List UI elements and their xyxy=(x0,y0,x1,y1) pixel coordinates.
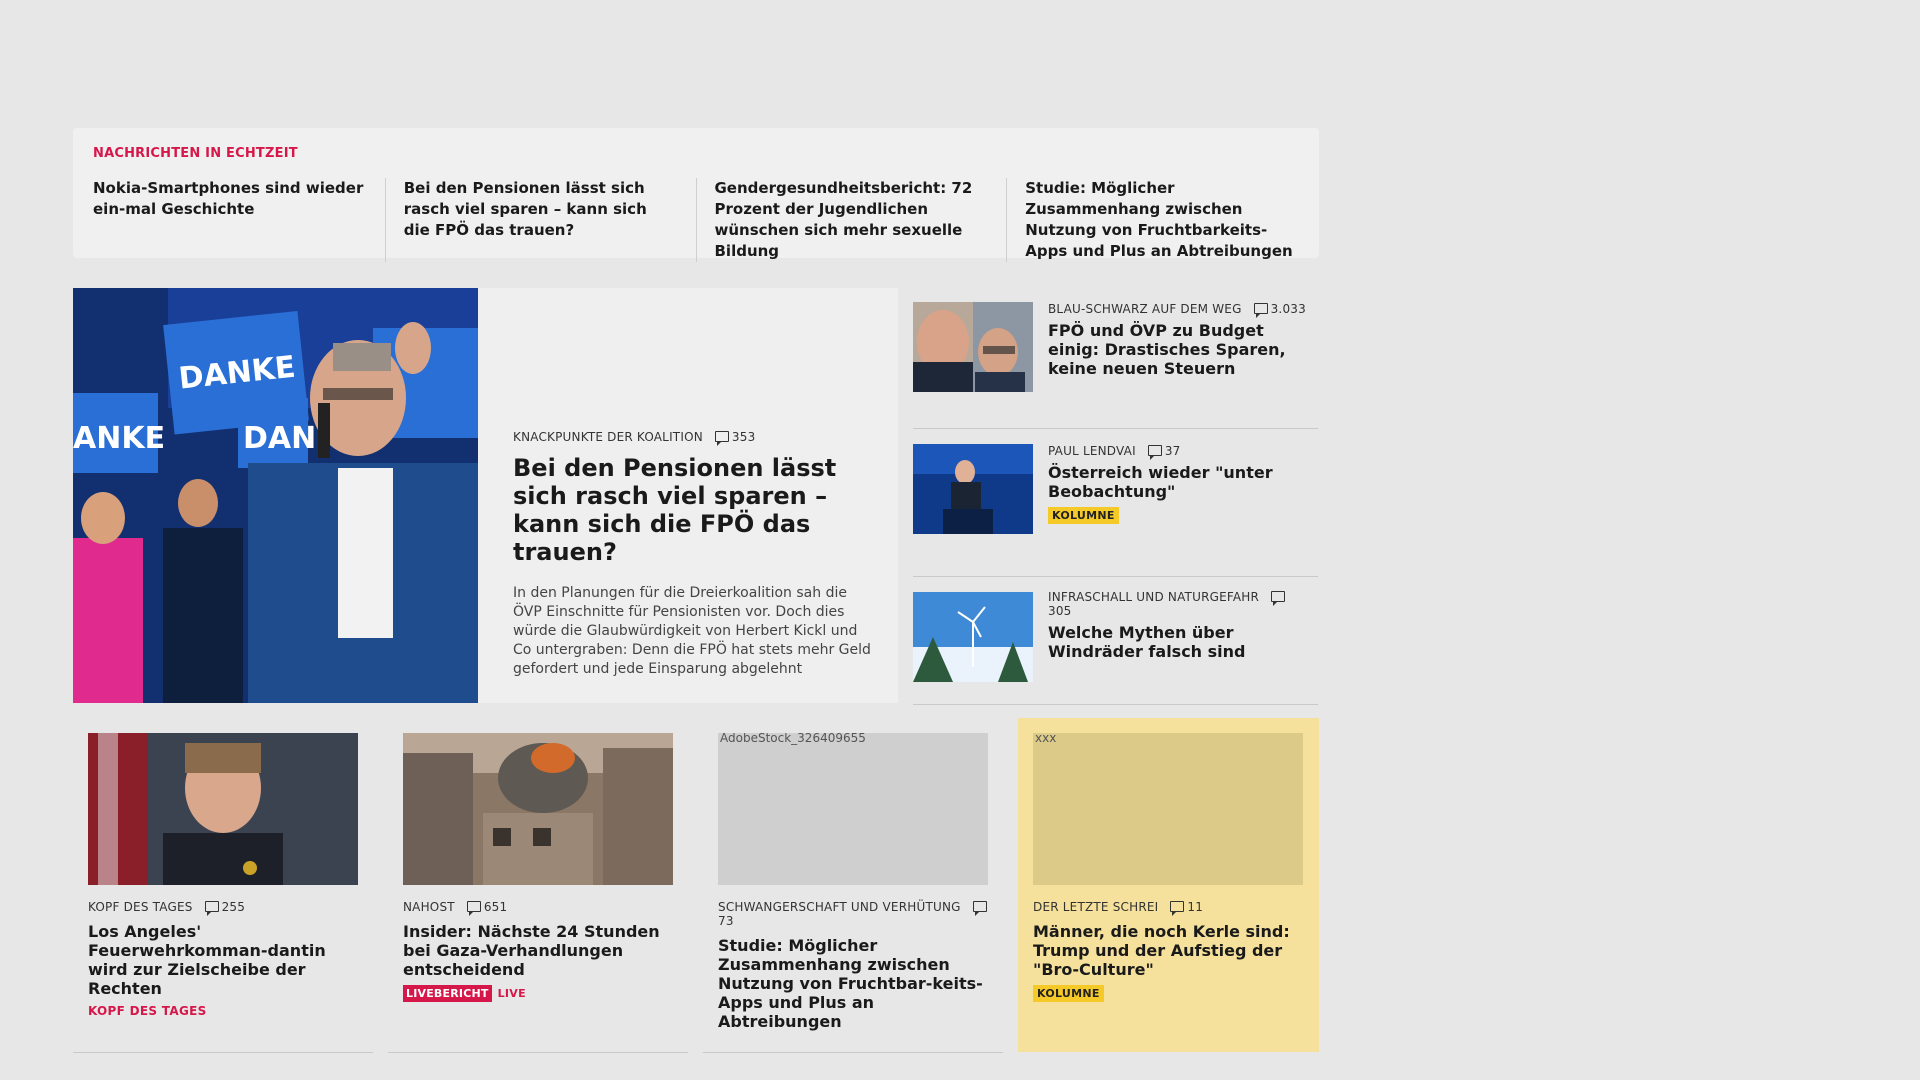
side-article-text: PAUL LENDVAI 37 Österreich wieder "unter… xyxy=(1048,444,1308,524)
side-article[interactable]: BLAU-SCHWARZ AUF DEM WEG 3.033 FPÖ und Ö… xyxy=(913,288,1318,429)
sign-text: ANKE xyxy=(73,421,165,456)
comment-count[interactable]: 37 xyxy=(1165,444,1181,458)
comment-count[interactable]: 353 xyxy=(732,430,756,444)
card-kicker: NAHOST 651 xyxy=(403,900,675,916)
ticker-item[interactable]: Bei den Pensionen lässt sich rasch viel … xyxy=(404,178,697,262)
comment-count[interactable]: 73 xyxy=(718,914,734,928)
kicker-label: KNACKPUNKTE DER KOALITION xyxy=(513,430,703,444)
card-text: NAHOST 651 Insider: Nächste 24 Stunden b… xyxy=(403,900,675,1002)
side-headline[interactable]: Welche Mythen über Windräder falsch sind xyxy=(1048,623,1308,661)
side-article-list: BLAU-SCHWARZ AUF DEM WEG 3.033 FPÖ und Ö… xyxy=(913,288,1318,705)
card-text: DER LETZTE SCHREI 11 Männer, die noch Ke… xyxy=(1033,900,1305,1002)
card-image[interactable]: AdobeStock_326409655 xyxy=(718,733,988,885)
lead-article-text: KNACKPUNKTE DER KOALITION 353 Bei den Pe… xyxy=(513,430,873,679)
comment-count[interactable]: 255 xyxy=(222,900,246,914)
side-article[interactable]: PAUL LENDVAI 37 Österreich wieder "unter… xyxy=(913,429,1318,577)
comment-count[interactable]: 3.033 xyxy=(1271,302,1306,316)
comment-icon xyxy=(1147,445,1162,460)
ticker-title: NACHRICHTEN IN ECHTZEIT xyxy=(93,146,298,161)
side-kicker: INFRASCHALL UND NATURGEFAHR 305 xyxy=(1048,590,1308,618)
live-label: LIVE xyxy=(497,987,526,1000)
comment-count[interactable]: 11 xyxy=(1187,900,1203,914)
ticker-item[interactable]: Gendergesundheitsbericht: 72 Prozent der… xyxy=(715,178,1008,262)
comment-icon xyxy=(1271,591,1286,606)
kolumne-tag: KOLUMNE xyxy=(1048,507,1119,524)
comment-icon xyxy=(1253,303,1268,318)
lead-article[interactable]: DANKE ANKE DAN KNACKPUNKTE DER KOALITION… xyxy=(73,288,898,703)
side-kicker: PAUL LENDVAI 37 xyxy=(1048,444,1308,460)
politicians-photo xyxy=(913,302,1033,392)
card-headline[interactable]: Männer, die noch Kerle sind: Trump und d… xyxy=(1033,922,1305,979)
ticker-items: Nokia-Smartphones sind wieder ein-mal Ge… xyxy=(93,178,1299,262)
realtime-news-ticker: NACHRICHTEN IN ECHTZEIT Nokia-Smartphone… xyxy=(73,128,1319,262)
side-article-image[interactable] xyxy=(913,444,1033,534)
card-image[interactable] xyxy=(88,733,358,885)
side-article-text: INFRASCHALL UND NATURGEFAHR 305 Welche M… xyxy=(1048,590,1308,661)
livebericht-badge: LIVEBERICHT xyxy=(403,985,492,1002)
teaser-card[interactable]: AdobeStock_326409655 SCHWANGERSCHAFT UND… xyxy=(703,718,1003,1053)
card-headline[interactable]: Insider: Nächste 24 Stunden bei Gaza-Ver… xyxy=(403,922,675,979)
kicker-label: PAUL LENDVAI xyxy=(1048,444,1136,458)
side-headline[interactable]: Österreich wieder "unter Beobachtung" xyxy=(1048,463,1308,501)
kicker-label: KOPF DES TAGES xyxy=(88,900,193,914)
section-tag[interactable]: KOPF DES TAGES xyxy=(88,1004,360,1018)
side-article-image[interactable] xyxy=(913,592,1033,682)
comment-count[interactable]: 651 xyxy=(484,900,508,914)
kicker-label: BLAU-SCHWARZ AUF DEM WEG xyxy=(1048,302,1242,316)
kicker-label: INFRASCHALL UND NATURGEFAHR xyxy=(1048,590,1260,604)
comment-icon xyxy=(204,901,219,916)
kicker-label: SCHWANGERSCHAFT UND VERHÜTUNG xyxy=(718,900,961,914)
comment-icon xyxy=(972,901,987,916)
kicker-label: NAHOST xyxy=(403,900,455,914)
lead-kicker: KNACKPUNKTE DER KOALITION 353 xyxy=(513,430,873,446)
broken-image-alt: AdobeStock_326409655 xyxy=(720,733,866,745)
teaser-card[interactable]: KOPF DES TAGES 255 Los Angeles' Feuerweh… xyxy=(73,718,373,1053)
card-headline[interactable]: Studie: Möglicher Zusammenhang zwischen … xyxy=(718,936,990,1031)
side-headline[interactable]: FPÖ und ÖVP zu Budget einig: Drastisches… xyxy=(1048,321,1308,378)
card-image[interactable] xyxy=(403,733,673,885)
ticker-item[interactable]: Nokia-Smartphones sind wieder ein-mal Ge… xyxy=(93,178,386,262)
speaker-photo xyxy=(913,444,1033,534)
lead-article-image[interactable]: DANKE ANKE DAN xyxy=(73,288,478,703)
card-text: KOPF DES TAGES 255 Los Angeles' Feuerweh… xyxy=(88,900,360,1018)
side-article-image[interactable] xyxy=(913,302,1033,392)
kicker-label: DER LETZTE SCHREI xyxy=(1033,900,1159,914)
gaza-photo xyxy=(403,733,673,885)
lead-headline[interactable]: Bei den Pensionen lässt sich rasch viel … xyxy=(513,454,873,566)
lead-teaser: In den Planungen für die Dreierkoalition… xyxy=(513,585,871,677)
card-headline[interactable]: Los Angeles' Feuerwehrkomman-dantin wird… xyxy=(88,922,360,998)
comment-icon xyxy=(1170,901,1185,916)
card-kicker: SCHWANGERSCHAFT UND VERHÜTUNG 73 xyxy=(718,900,990,928)
comment-icon xyxy=(466,901,481,916)
broken-image-alt: xxx xyxy=(1035,733,1057,745)
card-kicker: DER LETZTE SCHREI 11 xyxy=(1033,900,1305,916)
side-kicker: BLAU-SCHWARZ AUF DEM WEG 3.033 xyxy=(1048,302,1308,318)
side-article-text: BLAU-SCHWARZ AUF DEM WEG 3.033 FPÖ und Ö… xyxy=(1048,302,1308,378)
card-text: SCHWANGERSCHAFT UND VERHÜTUNG 73 Studie:… xyxy=(718,900,990,1031)
teaser-cards: KOPF DES TAGES 255 Los Angeles' Feuerweh… xyxy=(73,718,1319,1053)
card-kicker: KOPF DES TAGES 255 xyxy=(88,900,360,916)
wind-turbine-photo xyxy=(913,592,1033,682)
rally-photo: DANKE ANKE DAN xyxy=(73,288,478,703)
comment-icon xyxy=(714,431,729,446)
kolumne-tag: KOLUMNE xyxy=(1033,985,1104,1002)
teaser-card[interactable]: NAHOST 651 Insider: Nächste 24 Stunden b… xyxy=(388,718,688,1053)
teaser-card-kolumne[interactable]: xxx DER LETZTE SCHREI 11 Männer, die noc… xyxy=(1018,718,1319,1052)
sign-text: DAN xyxy=(243,421,316,456)
comment-count[interactable]: 305 xyxy=(1048,604,1072,618)
firefighter-portrait xyxy=(88,733,358,885)
side-article[interactable]: INFRASCHALL UND NATURGEFAHR 305 Welche M… xyxy=(913,577,1318,705)
card-image[interactable]: xxx xyxy=(1033,733,1303,885)
ticker-item[interactable]: Studie: Möglicher Zusammenhang zwischen … xyxy=(1025,178,1299,262)
